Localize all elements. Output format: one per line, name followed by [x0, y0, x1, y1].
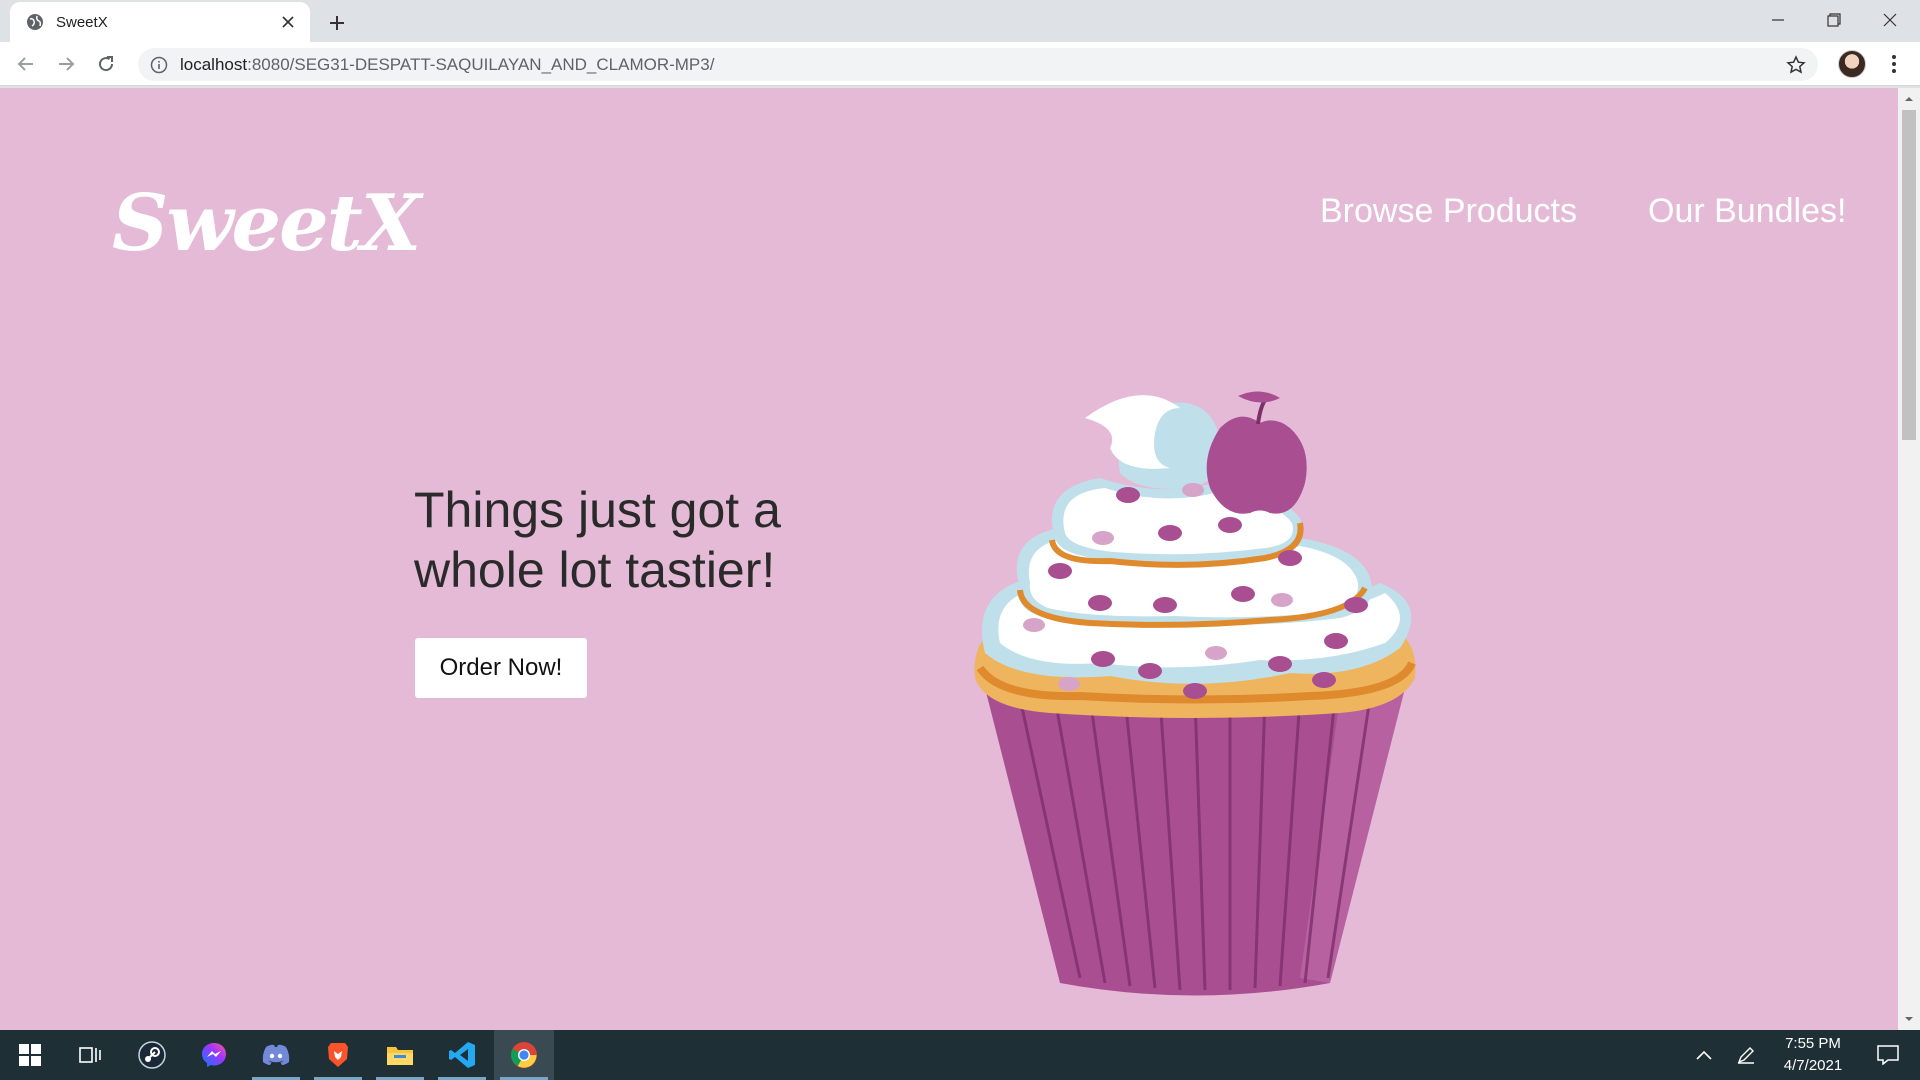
- tab-title: SweetX: [56, 13, 108, 31]
- forward-arrow-icon[interactable]: [50, 48, 82, 80]
- steam-icon[interactable]: [122, 1030, 182, 1080]
- reload-icon[interactable]: [90, 48, 122, 80]
- file-explorer-icon[interactable]: [370, 1030, 430, 1080]
- clock-time[interactable]: 7:55 PM: [1763, 1035, 1863, 1052]
- order-now-button[interactable]: Order Now!: [415, 638, 587, 698]
- site-logo[interactable]: SweetX: [112, 178, 421, 269]
- minimize-icon[interactable]: [1750, 0, 1806, 40]
- info-icon[interactable]: [150, 56, 168, 74]
- chrome-icon[interactable]: [494, 1030, 554, 1080]
- browser-titlebar: SweetX: [0, 0, 1920, 42]
- start-windows-icon[interactable]: [0, 1030, 60, 1080]
- page-viewport: SweetX Browse Products Our Bundles! Thin…: [0, 88, 1898, 1030]
- more-menu-icon[interactable]: [1880, 50, 1908, 78]
- brave-icon[interactable]: [308, 1030, 368, 1080]
- page-scrollbar[interactable]: [1898, 88, 1920, 1030]
- task-view-icon[interactable]: [60, 1030, 120, 1080]
- close-window-icon[interactable]: [1862, 0, 1918, 40]
- close-tab-icon[interactable]: [278, 12, 298, 32]
- browser-toolbar: localhost:8080/SEG31-DESPATT-SAQUILAYAN_…: [0, 42, 1920, 86]
- profile-avatar[interactable]: [1838, 50, 1866, 78]
- url-text: localhost:8080/SEG31-DESPATT-SAQUILAYAN_…: [180, 54, 715, 74]
- clock-date[interactable]: 4/7/2021: [1763, 1057, 1863, 1074]
- discord-icon[interactable]: [246, 1030, 306, 1080]
- cupcake-illustration: [974, 391, 1416, 996]
- globe-icon: [27, 14, 43, 30]
- tray-chevron-up-icon[interactable]: [1684, 1030, 1724, 1080]
- hero-line-1: Things just got a: [414, 482, 781, 538]
- scrollbar-thumb[interactable]: [1902, 110, 1916, 440]
- new-tab-icon[interactable]: [322, 8, 352, 38]
- nav-our-bundles[interactable]: Our Bundles!: [1648, 192, 1846, 231]
- scroll-up-icon[interactable]: [1904, 94, 1914, 104]
- scroll-down-icon[interactable]: [1904, 1014, 1914, 1024]
- hero-heading: Things just got a whole lot tastier!: [414, 480, 914, 600]
- bookmark-star-icon[interactable]: [1786, 55, 1806, 75]
- notifications-icon[interactable]: [1858, 1030, 1918, 1080]
- windows-taskbar: 7:55 PM 4/7/2021: [0, 1030, 1920, 1080]
- pen-ink-icon[interactable]: [1726, 1030, 1766, 1080]
- restore-icon[interactable]: [1806, 0, 1862, 40]
- browser-tab[interactable]: SweetX: [10, 2, 310, 42]
- nav-browse-products[interactable]: Browse Products: [1320, 192, 1577, 231]
- address-bar[interactable]: localhost:8080/SEG31-DESPATT-SAQUILAYAN_…: [138, 48, 1818, 81]
- hero-line-2: whole lot tastier!: [414, 542, 776, 598]
- messenger-icon[interactable]: [184, 1030, 244, 1080]
- vscode-icon[interactable]: [432, 1030, 492, 1080]
- back-arrow-icon[interactable]: [10, 48, 42, 80]
